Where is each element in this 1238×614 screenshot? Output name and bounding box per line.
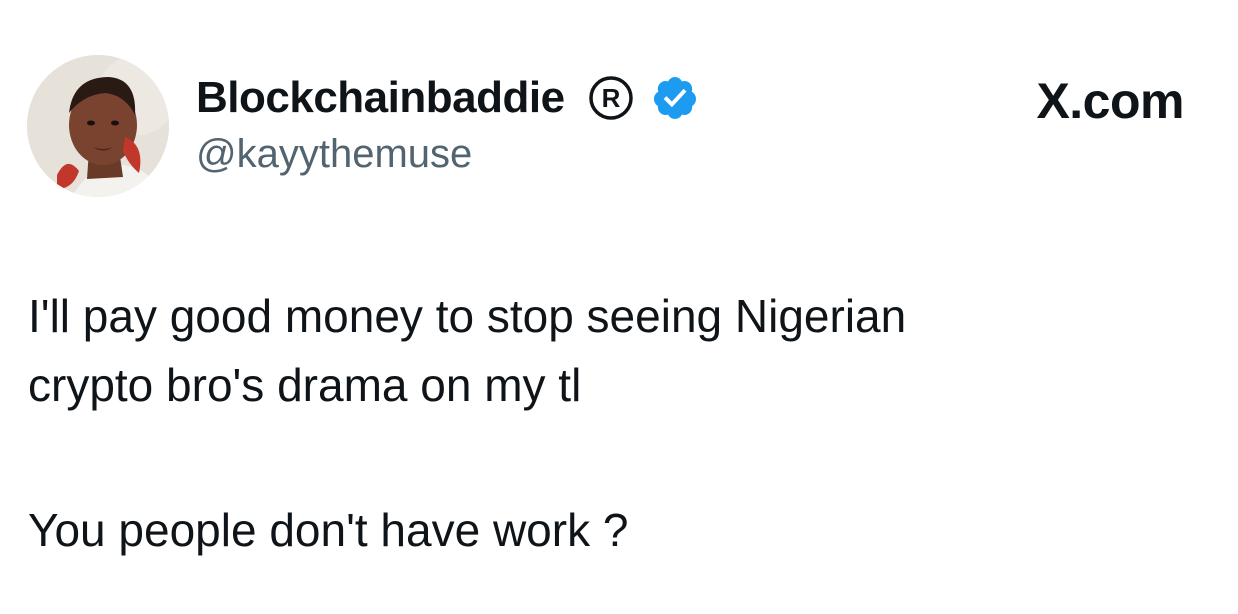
author-name-row: Blockchainbaddie R: [196, 70, 699, 126]
x-com-logo: X.com: [1036, 73, 1184, 129]
tweet-text: I'll pay good money to stop seeing Niger…: [28, 282, 1208, 565]
author-display-name[interactable]: Blockchainbaddie: [196, 73, 565, 123]
avatar-photo-icon: [27, 55, 169, 197]
author-handle[interactable]: @kayythemuse: [196, 132, 472, 177]
tweet-text-line: crypto bro's drama on my tl: [28, 359, 582, 411]
tweet-text-line: I'll pay good money to stop seeing Niger…: [28, 290, 907, 342]
verified-badge-icon: [653, 77, 696, 119]
tweet-text-line: You people don't have work ?: [28, 504, 629, 556]
registered-trademark-icon: R: [588, 76, 633, 120]
author-avatar[interactable]: [27, 55, 169, 197]
registered-symbol-text: R: [601, 83, 620, 113]
tweet-card: Blockchainbaddie R @kayythemuse X.com I'…: [0, 0, 1238, 614]
